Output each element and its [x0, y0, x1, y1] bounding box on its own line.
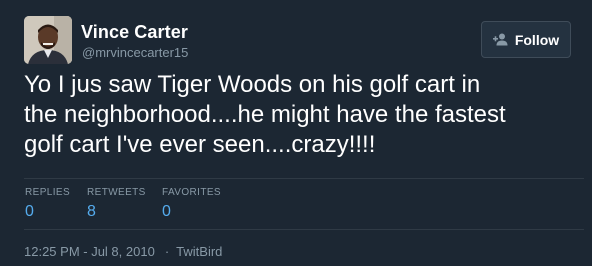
tweet-stats: REPLIES 0 RETWEETS 8 FAVORITES 0	[24, 178, 584, 230]
favorites-stat[interactable]: FAVORITES 0	[162, 187, 221, 221]
avatar[interactable]	[24, 16, 72, 64]
replies-stat[interactable]: REPLIES 0	[25, 187, 70, 221]
retweets-stat[interactable]: RETWEETS 8	[87, 187, 146, 221]
favorites-count: 0	[162, 203, 171, 220]
tweet-source[interactable]: TwitBird	[176, 244, 222, 259]
tweet-text-line: the neighborhood....he might have the fa…	[24, 101, 506, 128]
follow-button-label: Follow	[514, 31, 560, 48]
tweet-text: Yo I jus saw Tiger Woods on his golf car…	[24, 70, 564, 160]
tweet-text-line: golf cart I've ever seen....crazy!!!!	[24, 131, 376, 158]
meta-separator: ·	[164, 244, 170, 259]
tweet-meta: 12:25 PM - Jul 8, 2010 · TwitBird	[24, 244, 222, 259]
person-add-icon	[492, 33, 509, 46]
tweet-text-line: Yo I jus saw Tiger Woods on his golf car…	[24, 71, 481, 98]
user-name[interactable]: Vince Carter	[81, 22, 188, 43]
replies-count: 0	[25, 203, 34, 220]
retweets-count: 8	[87, 203, 96, 220]
replies-label: REPLIES	[25, 187, 71, 198]
follow-button[interactable]: Follow	[481, 21, 571, 58]
favorites-label: FAVORITES	[162, 187, 221, 198]
retweets-label: RETWEETS	[87, 187, 146, 198]
tweet-timestamp[interactable]: 12:25 PM - Jul 8, 2010	[24, 244, 155, 259]
avatar-image	[24, 16, 72, 64]
tweet-card: Vince Carter @mrvincecarter15 Follow Yo …	[0, 0, 592, 266]
user-handle[interactable]: @mrvincecarter15	[82, 45, 188, 60]
